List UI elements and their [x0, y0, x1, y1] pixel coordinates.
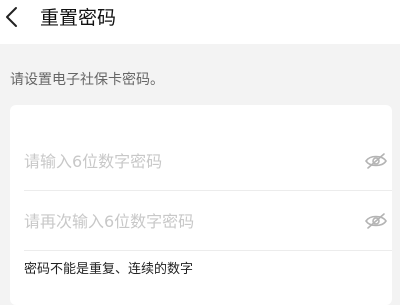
password-field-row: [24, 132, 392, 191]
back-button[interactable]: [2, 4, 24, 30]
eye-off-icon[interactable]: [364, 211, 388, 231]
chevron-left-icon: [2, 4, 24, 30]
confirm-password-field-row: [24, 192, 392, 251]
password-input[interactable]: [24, 149, 344, 173]
page-title: 重置密码: [40, 7, 117, 29]
confirm-password-input[interactable]: [24, 209, 344, 233]
password-form-card: 密码不能是重复、连续的数字: [10, 105, 392, 305]
eye-off-icon[interactable]: [364, 151, 388, 171]
instruction-text: 请设置电子社保卡密码。: [10, 72, 164, 88]
top-bar: 重置密码: [0, 0, 400, 44]
password-rule-text: 密码不能是重复、连续的数字: [24, 262, 194, 277]
